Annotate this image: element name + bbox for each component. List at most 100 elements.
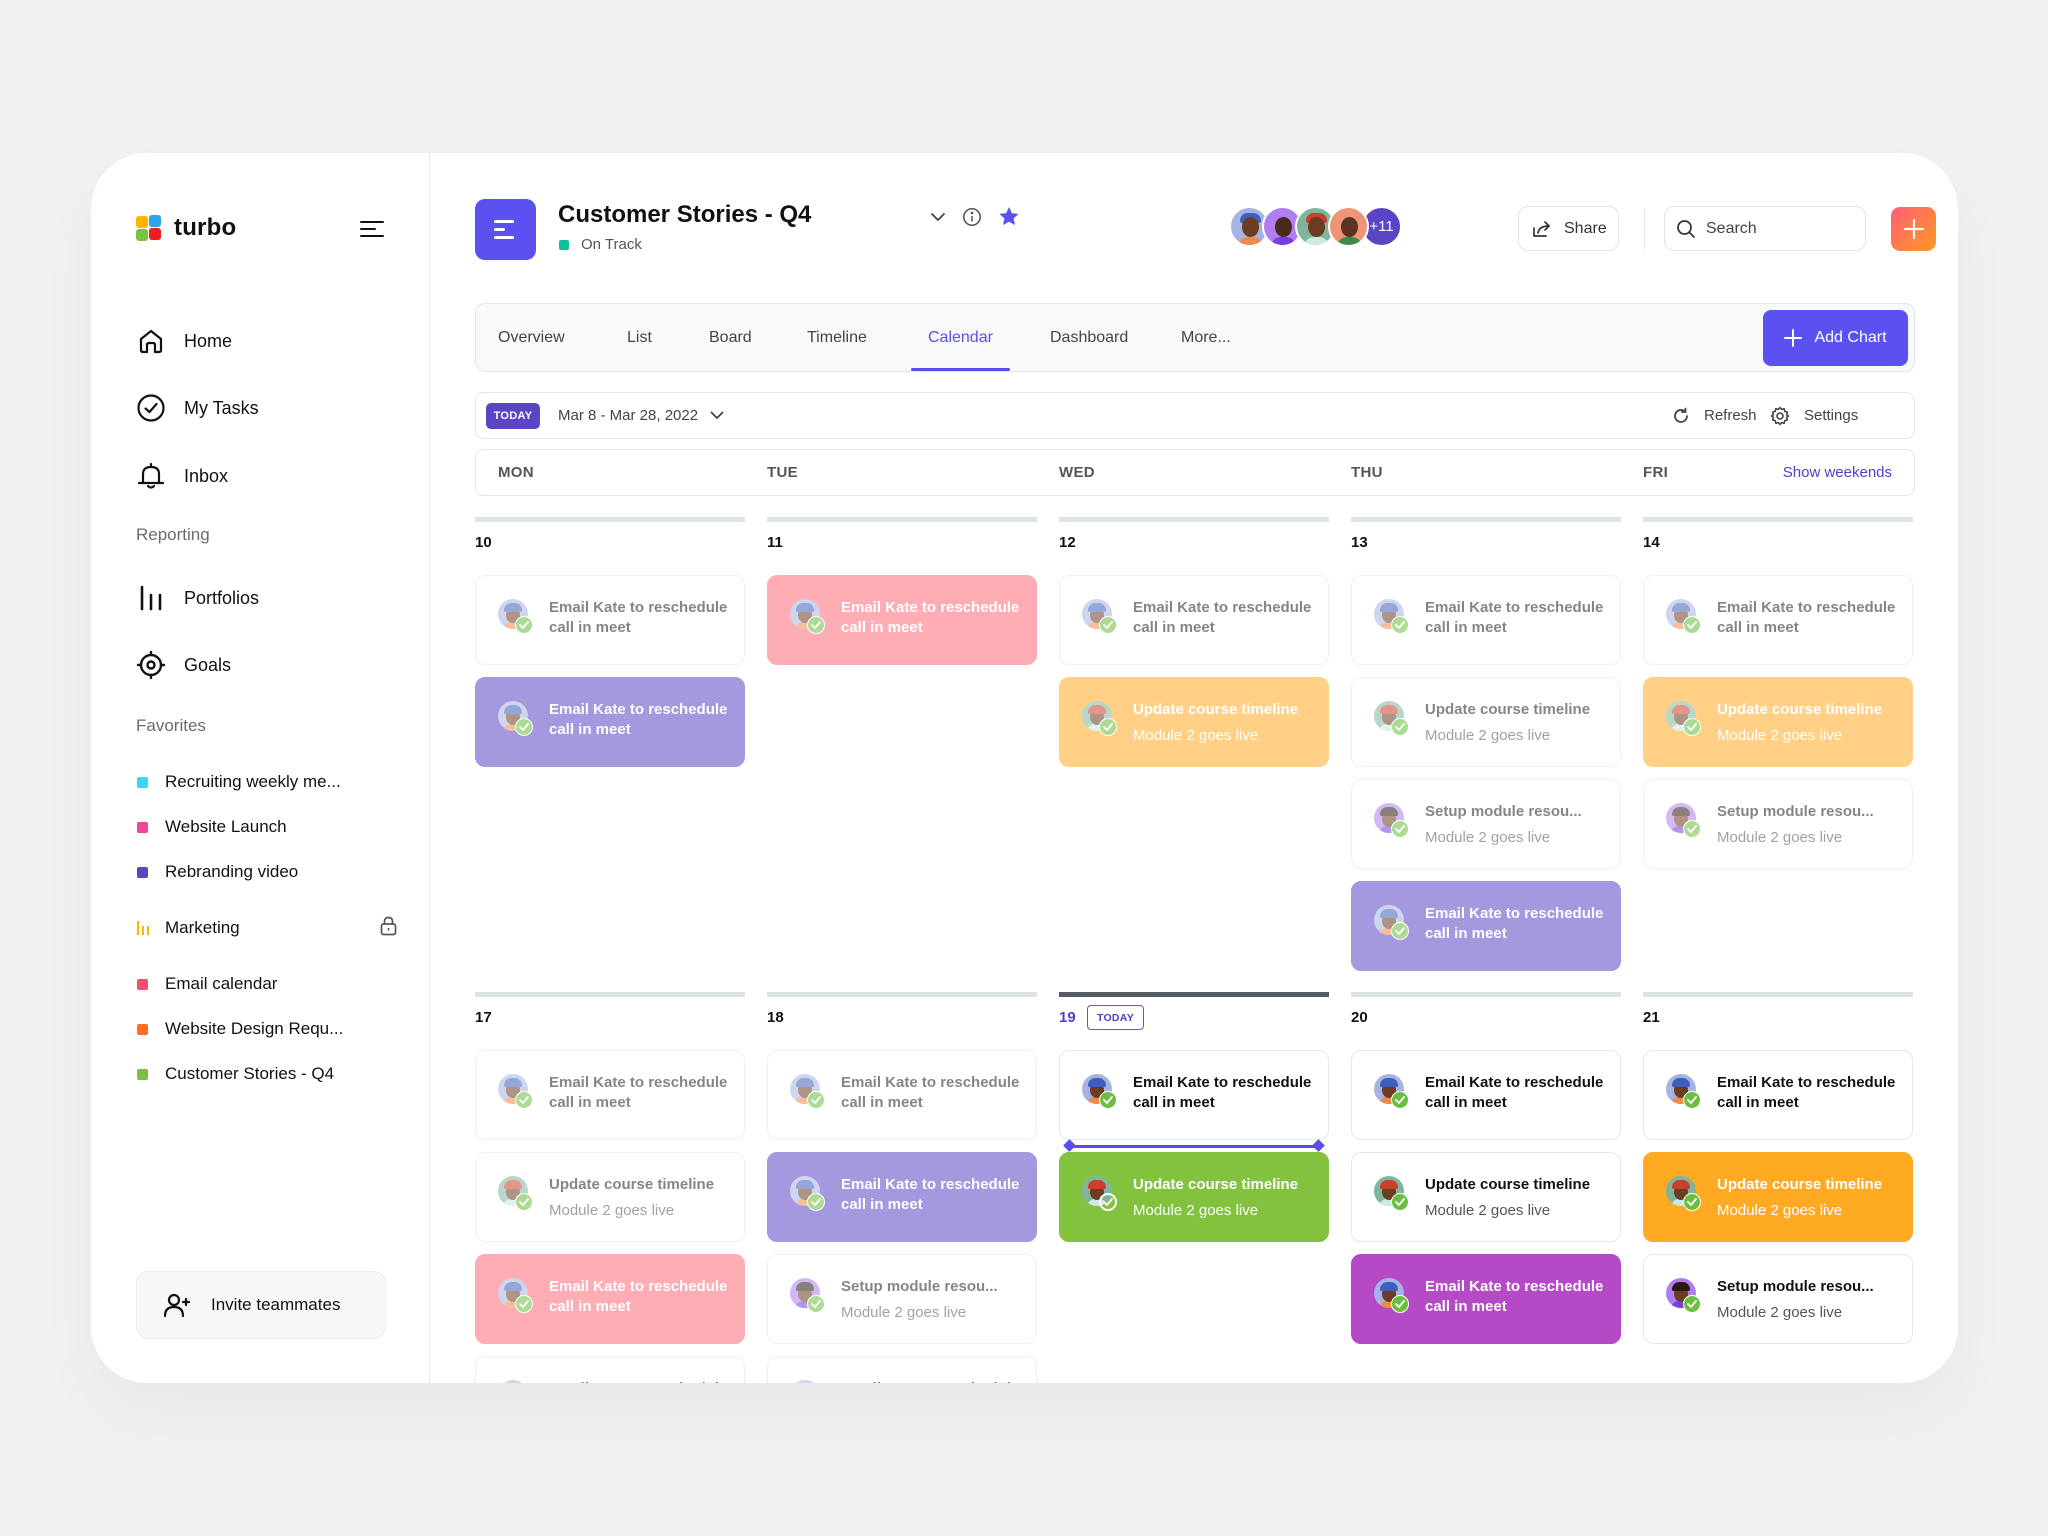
task-card[interactable]: Email Kate to reschedule call in meet xyxy=(767,575,1037,665)
sidebar-item-goals[interactable]: Goals xyxy=(136,650,231,680)
color-dot xyxy=(137,866,148,878)
avatar-hair xyxy=(1380,1180,1398,1189)
task-card[interactable]: Email Kate to reschedule call in meet xyxy=(1351,575,1621,665)
tab-more[interactable]: More... xyxy=(1181,304,1231,371)
task-card[interactable]: Email Kate to reschedule call in meet xyxy=(1643,1050,1913,1140)
favorite-item[interactable]: Rebranding video xyxy=(137,862,397,882)
task-card[interactable]: Setup module resou... Module 2 goes live xyxy=(1643,1254,1913,1344)
avatar-hair xyxy=(1380,909,1398,918)
date-range-picker[interactable]: Mar 8 - Mar 28, 2022 xyxy=(558,393,724,438)
day-divider xyxy=(1059,992,1329,997)
today-button[interactable]: TODAY xyxy=(486,403,540,429)
task-title: Email Kate to reschedule call in meet xyxy=(549,1379,739,1383)
favorite-item-marketing[interactable]: Marketing xyxy=(137,916,397,938)
task-title: Email Kate to reschedule call in meet xyxy=(1425,599,1604,636)
sidebar-item-my-tasks[interactable]: My Tasks xyxy=(136,393,259,423)
menu-toggle-icon[interactable] xyxy=(360,219,384,239)
create-button[interactable] xyxy=(1891,207,1936,251)
task-card[interactable]: Email Kate to reschedule call in meet xyxy=(475,1356,745,1383)
refresh-button[interactable]: Refresh xyxy=(1672,393,1757,438)
task-title: Update course timeline xyxy=(1133,701,1299,718)
logo-square-red xyxy=(149,228,161,240)
check-icon xyxy=(1391,718,1409,736)
star-icon[interactable] xyxy=(998,206,1020,227)
tab-calendar[interactable]: Calendar xyxy=(911,304,1010,371)
task-card[interactable]: Email Kate to reschedule call in meet xyxy=(475,677,745,767)
avatar-hair xyxy=(1088,1078,1106,1087)
task-card[interactable]: Update course timeline Module 2 goes live xyxy=(1351,677,1621,767)
check-icon xyxy=(1391,1295,1409,1313)
settings-button[interactable]: Settings xyxy=(1770,393,1858,438)
share-button[interactable]: Share xyxy=(1518,206,1619,251)
show-weekends-link[interactable]: Show weekends xyxy=(1783,450,1892,495)
member-avatars[interactable]: +11 xyxy=(1229,206,1402,247)
search-box[interactable] xyxy=(1664,206,1866,251)
task-card[interactable]: Setup module resou... Module 2 goes live xyxy=(1643,779,1913,869)
add-chart-button[interactable]: Add Chart xyxy=(1763,310,1908,366)
app-logo[interactable]: turbo xyxy=(136,214,236,242)
favorite-item[interactable]: Website Launch xyxy=(137,817,397,837)
tab-timeline[interactable]: Timeline xyxy=(807,304,867,371)
task-card[interactable]: Email Kate to reschedule call in meet xyxy=(767,1050,1037,1140)
tab-list[interactable]: List xyxy=(627,304,652,371)
avatar-hair xyxy=(1380,1078,1398,1087)
favorite-item[interactable]: Customer Stories - Q4 xyxy=(137,1064,397,1084)
task-title: Setup module resou... xyxy=(1717,1278,1874,1295)
app-window: turbo Home My Tasks Inbox Reporting Port… xyxy=(91,153,1958,1383)
task-card[interactable]: Email Kate to reschedule call in meet xyxy=(1059,1050,1329,1140)
task-card[interactable]: Email Kate to reschedule call in meet xyxy=(475,575,745,665)
task-subtitle: Module 2 goes live xyxy=(1425,727,1551,744)
task-title: Email Kate to reschedule call in meet xyxy=(549,599,728,636)
favorite-item[interactable]: Email calendar xyxy=(137,974,397,994)
task-card[interactable]: Email Kate to reschedule call in meet xyxy=(1351,1050,1621,1140)
task-card[interactable]: Email Kate to reschedule call in meet xyxy=(1351,881,1621,971)
check-icon xyxy=(1391,1091,1409,1109)
task-subtitle: Module 2 goes live xyxy=(1717,1304,1843,1321)
task-title: Email Kate to reschedule call in meet xyxy=(1717,599,1896,636)
tab-board[interactable]: Board xyxy=(709,304,752,371)
task-card[interactable]: Email Kate to reschedule call in meet xyxy=(1059,575,1329,665)
tab-overview[interactable]: Overview xyxy=(498,304,565,371)
task-subtitle: Module 2 goes live xyxy=(1717,727,1843,744)
task-card[interactable]: Email Kate to reschedule call in meet xyxy=(1643,575,1913,665)
task-card[interactable]: Email Kate to reschedule call in meet xyxy=(475,1254,745,1344)
task-card[interactable]: Update course timeline Module 2 goes live xyxy=(1351,1152,1621,1242)
task-card[interactable]: Update course timeline Module 2 goes live xyxy=(1059,1152,1329,1242)
invite-teammates-button[interactable]: Invite teammates xyxy=(136,1271,386,1339)
favorite-label: Marketing xyxy=(165,918,240,937)
task-card[interactable]: Update course timeline Module 2 goes live xyxy=(475,1152,745,1242)
task-subtitle: Module 2 goes live xyxy=(841,1304,967,1321)
tab-dashboard[interactable]: Dashboard xyxy=(1050,304,1128,371)
task-card[interactable]: Update course timeline Module 2 goes live xyxy=(1059,677,1329,767)
avatar-hair xyxy=(796,1078,814,1087)
task-title: Email Kate to reschedule call in meet xyxy=(841,1379,1031,1383)
day-number: 17 xyxy=(475,1009,492,1026)
task-card[interactable]: Email Kate to reschedule call in meet xyxy=(475,1050,745,1140)
avatar[interactable] xyxy=(1328,206,1369,247)
avatar-hair xyxy=(1672,807,1690,816)
info-icon[interactable] xyxy=(962,207,982,227)
favorite-item[interactable]: Recruiting weekly me... xyxy=(137,772,397,792)
avatar-hair xyxy=(504,1078,522,1087)
task-card[interactable]: Update course timeline Module 2 goes live xyxy=(1643,677,1913,767)
task-card[interactable]: Setup module resou... Module 2 goes live xyxy=(767,1254,1037,1344)
task-card[interactable]: Update course timeline Module 2 goes live xyxy=(1643,1152,1913,1242)
app-name: turbo xyxy=(174,214,237,241)
sidebar-item-inbox[interactable]: Inbox xyxy=(136,461,228,491)
sidebar-item-portfolios[interactable]: Portfolios xyxy=(136,583,259,613)
color-dot xyxy=(137,978,148,990)
task-card[interactable]: Email Kate to reschedule call in meet xyxy=(767,1356,1037,1383)
sidebar-item-label: Goals xyxy=(184,654,232,675)
task-subtitle: Module 2 goes live xyxy=(1133,1202,1259,1219)
check-icon xyxy=(807,1295,825,1313)
task-card[interactable]: Email Kate to reschedule call in meet xyxy=(767,1152,1037,1242)
chevron-down-icon[interactable] xyxy=(930,212,946,222)
task-title: Email Kate to reschedule call in meet xyxy=(1425,1278,1604,1315)
search-input[interactable] xyxy=(1706,219,1856,238)
task-card[interactable]: Setup module resou... Module 2 goes live xyxy=(1351,779,1621,869)
sidebar-item-home[interactable]: Home xyxy=(136,326,232,356)
avatar-hair xyxy=(796,603,814,612)
add-chart-label: Add Chart xyxy=(1814,329,1887,346)
task-card[interactable]: Email Kate to reschedule call in meet xyxy=(1351,1254,1621,1344)
favorite-item[interactable]: Website Design Requ... xyxy=(137,1019,397,1039)
